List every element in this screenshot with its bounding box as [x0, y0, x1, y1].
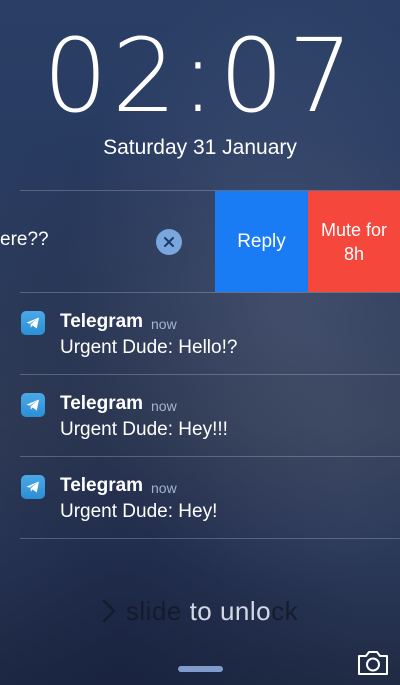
notification-time: now [151, 480, 177, 496]
mute-button-label: Mute for 8h [320, 219, 388, 264]
notification-app-name: Telegram [60, 393, 144, 414]
notification-item[interactable]: Telegram now Urgent Dude: Hey!!! [0, 374, 400, 456]
notification-message: Urgent Dude: Hey!!! [60, 419, 228, 440]
notification-app-name: Telegram [60, 475, 144, 496]
notification-time: now [151, 316, 177, 332]
notification-message: Urgent Dude: Hey! [60, 501, 218, 522]
divider [20, 538, 400, 539]
clear-icon [164, 237, 174, 247]
notification-item[interactable]: Telegram now Urgent Dude: Hey! [0, 456, 400, 538]
slide-text-highlight: to unlo [181, 596, 272, 626]
slide-text-end: ck [271, 596, 299, 626]
camera-icon [358, 651, 388, 675]
telegram-icon [21, 311, 45, 335]
lock-clock: 02:07 [43, 17, 357, 136]
lock-date: Saturday 31 January [103, 136, 297, 159]
slide-to-unlock[interactable]: slide to unlock [0, 596, 400, 627]
swiped-notification-text: ere?? [0, 229, 49, 250]
notification-app-name: Telegram [60, 311, 144, 332]
reply-button-label: Reply [237, 230, 286, 252]
notification-time: now [151, 398, 177, 414]
slide-text-start: slide [125, 596, 182, 626]
reply-button[interactable]: Reply [215, 191, 308, 292]
notification-item[interactable]: Telegram now Urgent Dude: Hello!? [0, 292, 400, 374]
mute-button[interactable]: Mute for 8h [308, 191, 400, 292]
chevron-right-icon [102, 596, 116, 627]
clear-button[interactable] [156, 229, 182, 255]
notification-message: Urgent Dude: Hello!? [60, 337, 238, 358]
telegram-icon [21, 393, 45, 417]
telegram-icon [21, 475, 45, 499]
camera-button[interactable] [356, 649, 390, 677]
grabber-handle[interactable] [178, 666, 223, 672]
